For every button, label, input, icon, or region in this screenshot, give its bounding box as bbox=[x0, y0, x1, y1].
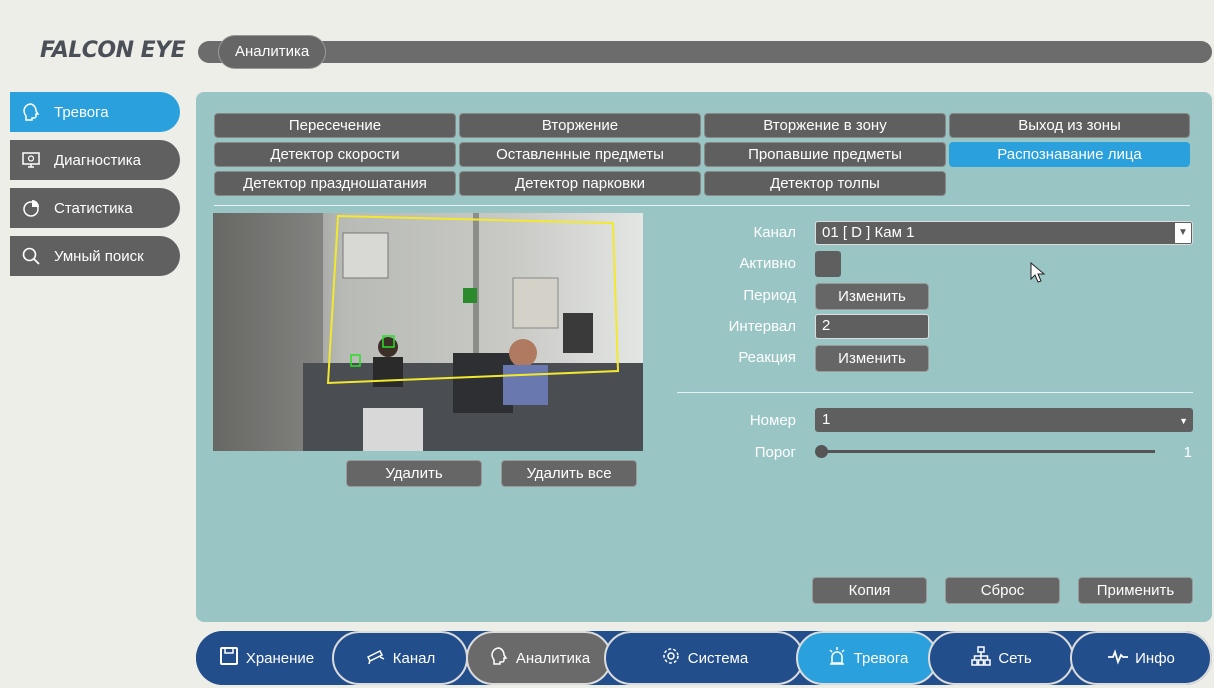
tab-zone-intrusion[interactable]: Вторжение в зону bbox=[704, 113, 946, 138]
tab-crowd-detector[interactable]: Детектор толпы bbox=[704, 171, 946, 196]
sidebar-item-label: Диагностика bbox=[54, 151, 141, 169]
nav-label: Инфо bbox=[1135, 649, 1175, 667]
sidebar-item-diagnostics[interactable]: Диагностика bbox=[10, 140, 180, 180]
sidebar-item-statistics[interactable]: Статистика bbox=[10, 188, 180, 228]
nav-alarm[interactable]: Тревога bbox=[796, 631, 938, 685]
period-label: Период bbox=[743, 287, 796, 304]
active-label: Активно bbox=[739, 255, 796, 272]
sidebar-item-alarm[interactable]: Тревога bbox=[10, 92, 180, 132]
nav-label: Сеть bbox=[998, 649, 1032, 667]
tab-intrusion[interactable]: Вторжение bbox=[459, 113, 701, 138]
reaction-label: Реакция bbox=[738, 349, 796, 366]
search-icon bbox=[20, 245, 42, 267]
threshold-label: Порог bbox=[754, 444, 796, 461]
nav-network[interactable]: Сеть bbox=[928, 631, 1074, 685]
reaction-change-button[interactable]: Изменить bbox=[815, 345, 929, 372]
alarm-icon bbox=[826, 645, 854, 671]
threshold-slider-track[interactable] bbox=[822, 450, 1155, 453]
camera-preview[interactable] bbox=[213, 213, 643, 451]
tab-missing-objects[interactable]: Пропавшие предметы bbox=[704, 142, 946, 167]
channel-label: Канал bbox=[753, 224, 796, 241]
interval-label: Интервал bbox=[728, 318, 796, 335]
nav-analytics[interactable]: Аналитика bbox=[466, 631, 612, 685]
apply-button[interactable]: Применить bbox=[1078, 577, 1193, 604]
sidebar-item-label: Тревога bbox=[54, 103, 109, 121]
sidebar-item-smart-search[interactable]: Умный поиск bbox=[10, 236, 180, 276]
number-label: Номер bbox=[749, 412, 796, 429]
pulse-icon bbox=[1107, 645, 1135, 671]
network-icon bbox=[970, 645, 998, 671]
head-icon bbox=[20, 101, 42, 123]
tab-crossing[interactable]: Пересечение bbox=[214, 113, 456, 138]
chevron-down-icon: ▼ bbox=[1179, 416, 1188, 426]
nav-system[interactable]: Система bbox=[604, 631, 804, 685]
channel-select[interactable]: 01 [ D ] Кам 1 ▼ bbox=[815, 221, 1193, 245]
nav-storage[interactable]: Хранение bbox=[196, 631, 336, 685]
tab-left-objects[interactable]: Оставленные предметы bbox=[459, 142, 701, 167]
number-select[interactable]: 1 ▼ bbox=[815, 408, 1193, 432]
tab-face-recognition[interactable]: Распознавание лица bbox=[949, 142, 1190, 167]
threshold-value: 1 bbox=[1183, 444, 1192, 461]
top-bar bbox=[198, 41, 1212, 63]
interval-input[interactable]: 2 bbox=[815, 314, 929, 339]
camera-icon bbox=[365, 645, 393, 671]
mouse-cursor-icon bbox=[1030, 262, 1046, 283]
active-checkbox[interactable] bbox=[815, 251, 841, 277]
delete-all-button[interactable]: Удалить все bbox=[501, 460, 637, 487]
sidebar-item-label: Статистика bbox=[54, 199, 133, 217]
nav-channel[interactable]: Канал bbox=[332, 631, 468, 685]
chevron-down-icon: ▼ bbox=[1175, 223, 1191, 243]
nav-label: Хранение bbox=[245, 649, 315, 667]
pie-chart-icon bbox=[20, 197, 42, 219]
reset-button[interactable]: Сброс bbox=[945, 577, 1060, 604]
copy-button[interactable]: Копия bbox=[812, 577, 927, 604]
tab-zone-exit[interactable]: Выход из зоны bbox=[949, 113, 1190, 138]
channel-value: 01 [ D ] Кам 1 bbox=[822, 224, 915, 241]
nav-info[interactable]: Инфо bbox=[1070, 631, 1212, 685]
nav-label: Аналитика bbox=[515, 649, 591, 667]
nav-label: Канал bbox=[392, 649, 436, 667]
period-change-button[interactable]: Изменить bbox=[815, 283, 929, 310]
tab-parking-detector[interactable]: Детектор парковки bbox=[459, 171, 701, 196]
divider bbox=[214, 205, 1190, 206]
delete-button[interactable]: Удалить bbox=[346, 460, 482, 487]
nav-label: Тревога bbox=[853, 649, 909, 667]
head-icon bbox=[488, 645, 516, 671]
divider bbox=[677, 392, 1193, 393]
monitor-icon bbox=[20, 149, 42, 171]
tab-speed-detector[interactable]: Детектор скорости bbox=[214, 142, 456, 167]
save-icon bbox=[218, 645, 246, 671]
number-value: 1 bbox=[822, 411, 831, 428]
sidebar-item-label: Умный поиск bbox=[54, 247, 144, 265]
tab-loitering-detector[interactable]: Детектор праздношатания bbox=[214, 171, 456, 196]
nav-label: Система bbox=[687, 649, 749, 667]
threshold-slider-handle[interactable] bbox=[815, 445, 828, 458]
brand-logo: FALCON EYE bbox=[40, 38, 186, 63]
gear-icon bbox=[660, 645, 688, 671]
header-tab-analytics[interactable]: Аналитика bbox=[218, 35, 327, 69]
